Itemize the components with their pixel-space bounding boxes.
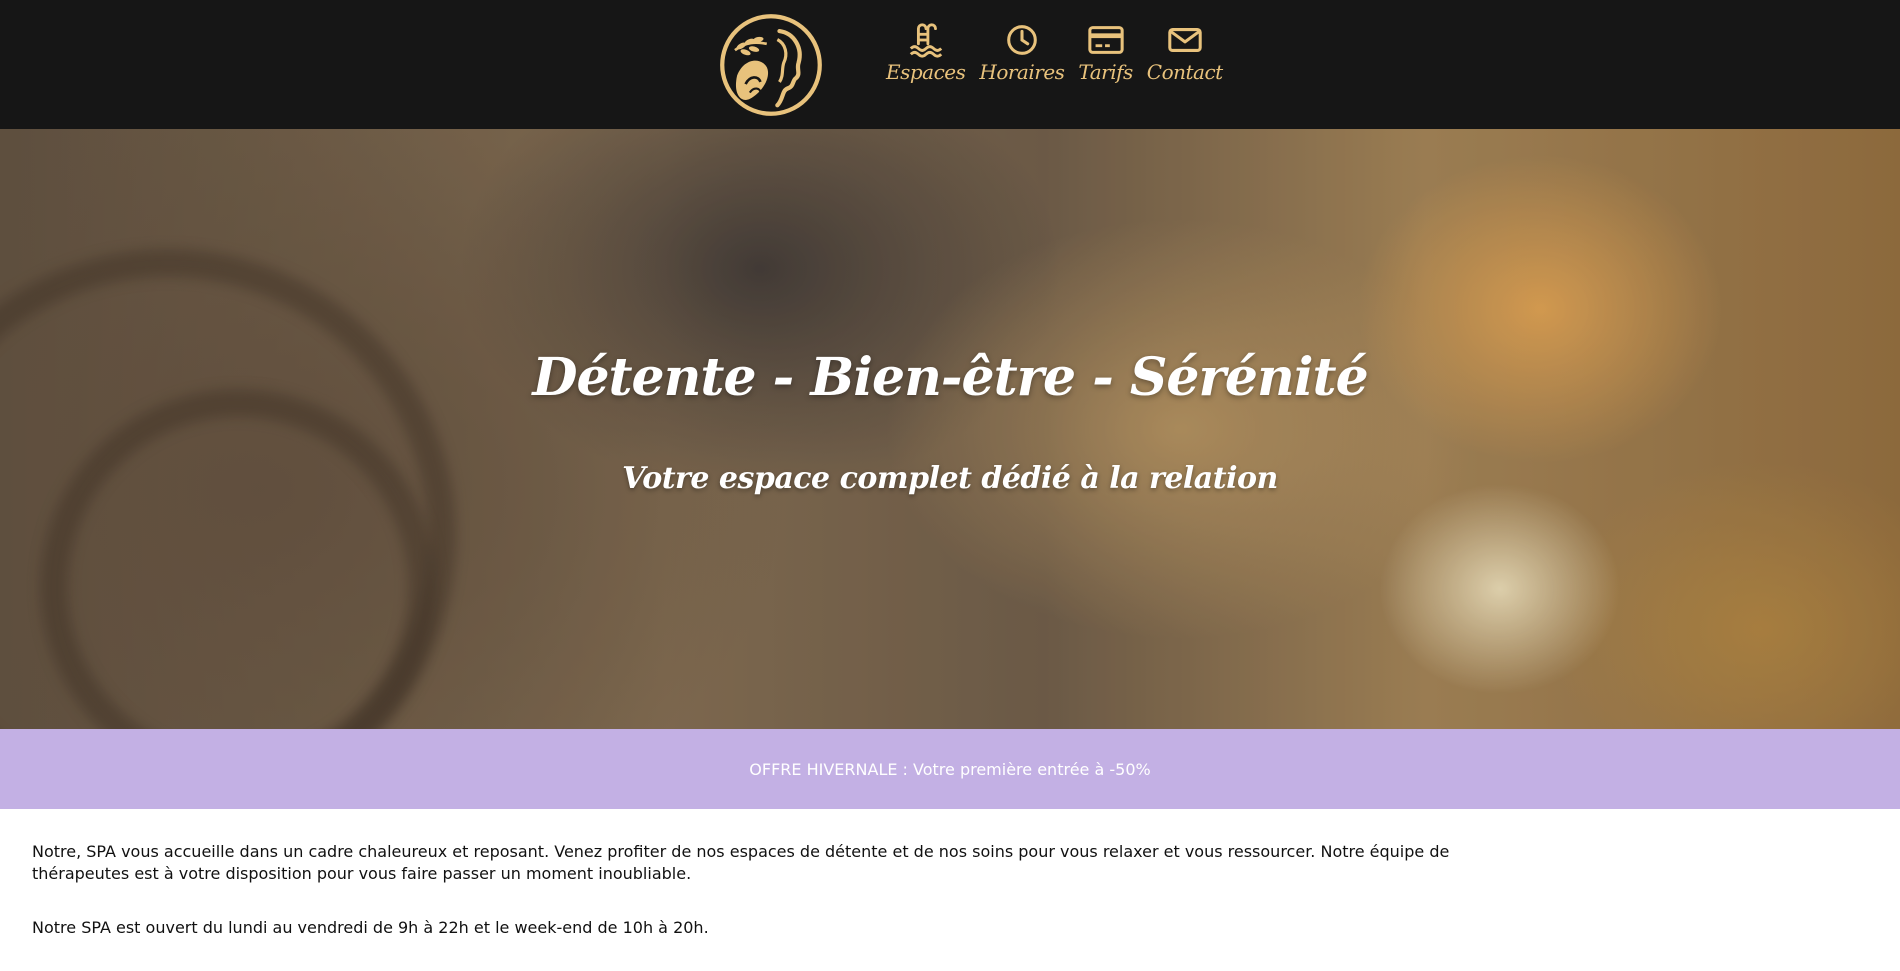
opening-hours-paragraph: Notre SPA est ouvert du lundi au vendred… xyxy=(32,918,709,937)
hero-overlay xyxy=(0,129,1900,729)
promo-banner: OFFRE HIVERNALE : Votre première entrée … xyxy=(0,729,1900,809)
clock-icon xyxy=(1007,25,1037,55)
nav-label-espaces: Espaces xyxy=(886,60,966,84)
top-header: Espaces Horaires Tarifs Contact xyxy=(0,0,1900,129)
hero-banner: Détente - Bien-être - Sérénité Votre esp… xyxy=(0,129,1900,729)
intro-content: Notre, SPA vous accueille dans un cadre … xyxy=(32,841,1452,971)
nav-item-contact[interactable]: Contact xyxy=(1143,22,1227,84)
hero-title: Détente - Bien-être - Sérénité xyxy=(532,347,1368,408)
nav-item-espaces[interactable]: Espaces xyxy=(882,22,969,84)
pool-ladder-icon xyxy=(909,23,942,58)
envelope-icon xyxy=(1168,28,1202,52)
nav-item-tarifs[interactable]: Tarifs xyxy=(1074,22,1136,84)
credit-card-icon xyxy=(1087,26,1124,54)
nav-item-horaires[interactable]: Horaires xyxy=(975,22,1068,84)
promo-text: OFFRE HIVERNALE : Votre première entrée … xyxy=(749,759,1151,779)
main-nav: Espaces Horaires Tarifs Contact xyxy=(882,22,1227,84)
nav-label-tarifs: Tarifs xyxy=(1078,60,1133,84)
intro-paragraph: Notre, SPA vous accueille dans un cadre … xyxy=(32,842,1450,883)
nav-label-horaires: Horaires xyxy=(979,60,1065,84)
hero-subtitle: Votre espace complet dédié à la relation xyxy=(622,461,1278,496)
spa-logo[interactable] xyxy=(718,12,824,118)
woman-profile-logo-icon xyxy=(720,14,822,116)
nav-label-contact: Contact xyxy=(1146,60,1223,84)
